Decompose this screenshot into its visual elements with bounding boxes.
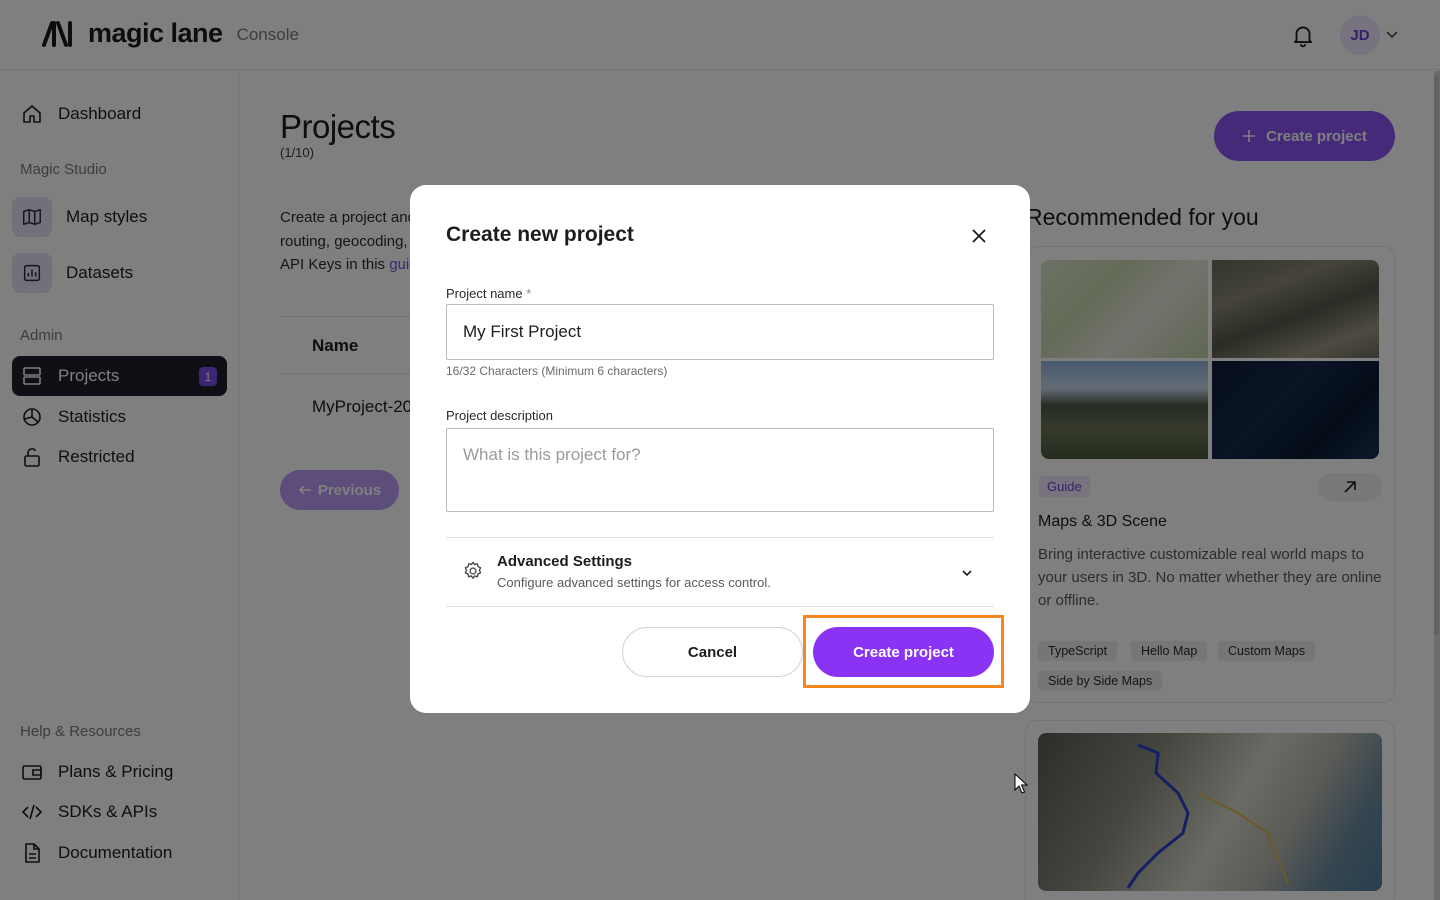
create-project-dialog: Create new project Project name * 16/32 … [410, 185, 1030, 713]
advanced-settings-subtitle: Configure advanced settings for access c… [497, 575, 771, 590]
project-name-label-text: Project name [446, 286, 523, 301]
project-name-input[interactable] [446, 304, 994, 360]
dialog-title: Create new project [446, 223, 634, 246]
cancel-button[interactable]: Cancel [622, 627, 803, 677]
character-count-hint: 16/32 Characters (Minimum 6 characters) [446, 364, 668, 378]
create-project-submit-button[interactable]: Create project [813, 627, 994, 677]
mouse-cursor-icon [1014, 773, 1028, 794]
close-icon[interactable] [968, 225, 990, 247]
project-description-label: Project description [446, 408, 553, 423]
advanced-settings-toggle[interactable]: Advanced Settings Configure advanced set… [446, 537, 994, 607]
gear-icon [464, 561, 482, 579]
advanced-settings-title: Advanced Settings [497, 553, 633, 570]
scrollbar-thumb[interactable] [1434, 75, 1439, 635]
project-description-input[interactable] [446, 428, 994, 512]
required-mark: * [526, 286, 532, 301]
chevron-down-icon [962, 570, 972, 577]
project-name-label: Project name * [446, 286, 531, 301]
